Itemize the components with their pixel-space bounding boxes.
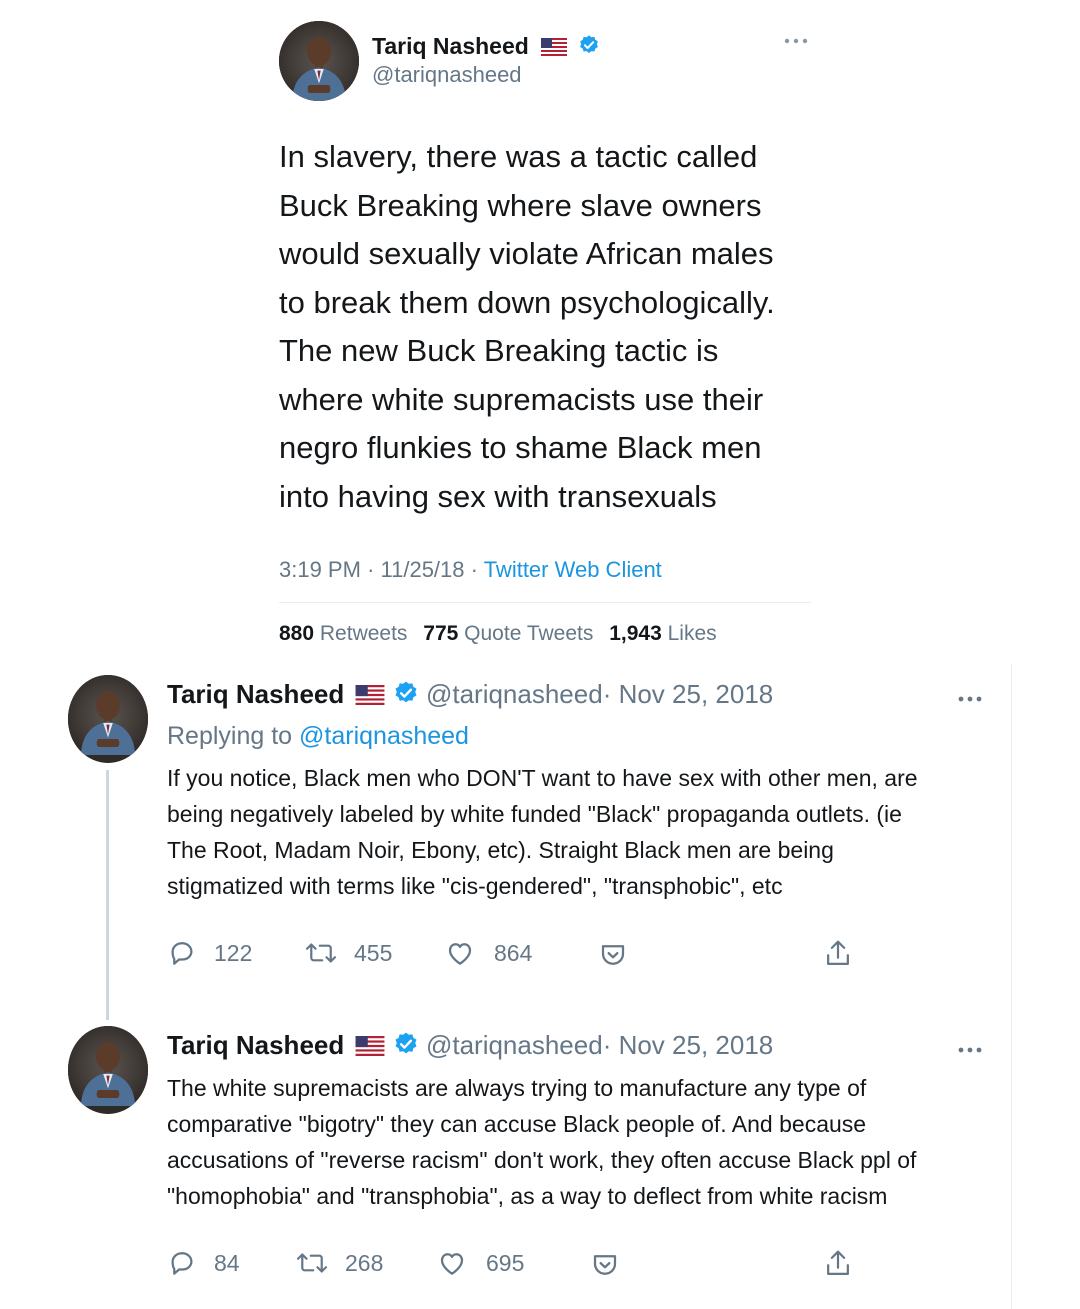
us-flag-icon [355,680,385,712]
replying-label: Replying to [167,722,293,750]
reply-icon [171,942,193,965]
reply-text-line: The white supremacists are always trying… [167,1075,867,1101]
tweet-date[interactable]: 11/25/18 [381,557,465,582]
us-flag-icon [541,34,568,62]
more-icon[interactable] [957,690,983,708]
reply-text-line: The Root, Madam Noir, Ebony, etc). Strai… [167,837,834,863]
tweet-text-line: where white supremacists use their [279,381,764,417]
verified-badge-icon [578,34,600,62]
reply-text-line: comparative "bigotry" they can accuse Bl… [167,1111,867,1137]
reply-author-name[interactable]: Tariq Nasheed [167,679,344,709]
author-avatar[interactable] [279,21,359,101]
more-icon[interactable] [783,32,809,50]
timestamp-row: 3:19 PM · 11/25/18 · Twitter Web Client [279,556,662,584]
reply-count: 122 [214,939,253,966]
thread-line [106,770,109,1020]
more-icon[interactable] [957,1041,983,1059]
tweet-text-line: would sexually violate African males [279,236,774,271]
pocket-save-icon[interactable] [598,940,628,970]
reply-text: If you notice, Black men who DON'T want … [167,760,918,904]
retweets-count: 880 [279,622,315,645]
retweets-label: Retweets [319,622,408,645]
likes-stat[interactable]: 1,943 Likes [609,622,716,645]
reply-action[interactable]: 84 [167,1248,240,1278]
reply-date[interactable]: · Nov 25, 2018 [603,679,774,709]
stats-row: 880 Retweets 775 Quote Tweets 1,943 Like… [279,621,717,647]
retweet-count: 455 [354,939,393,966]
tweet-text-line: into having sex with transexuals [279,478,717,514]
tweet-text-line: The new Buck Breaking tactic is [279,333,719,368]
separator: · [367,557,375,582]
retweet-icon [305,943,337,963]
likes-count: 1,943 [609,622,662,645]
like-count: 695 [486,1249,525,1276]
retweet-icon [296,1253,328,1273]
retweet-action[interactable]: 455 [304,938,392,968]
quotes-stat[interactable]: 775 Quote Tweets [423,622,593,645]
replying-handle[interactable]: @tariqnasheed [299,722,469,750]
quotes-count: 775 [423,622,459,645]
reply-header: Tariq Nasheed @tariqnasheed· Nov 25, 201… [167,1029,773,1064]
verified-badge-icon [393,1031,419,1064]
like-action[interactable]: 695 [437,1248,524,1278]
author-handle[interactable]: @tariqnasheed [372,62,522,88]
reply-date[interactable]: · Nov 25, 2018 [603,1030,774,1060]
reply-avatar[interactable] [68,1026,148,1114]
tweet-text-line: Buck Breaking where slave owners [279,187,762,223]
reply-handle[interactable]: @tariqnasheed [426,1030,603,1060]
tweet-text-line: to break them down psychologically. [279,284,775,320]
reply-text-line: accusations of "reverse racism" don't wo… [167,1147,917,1173]
reply-author-name[interactable]: Tariq Nasheed [167,1030,344,1060]
reply-avatar[interactable] [68,675,148,763]
reply-header: Tariq Nasheed @tariqnasheed· Nov 25, 201… [167,678,773,713]
retweets-stat[interactable]: 880 Retweets [279,622,407,645]
replying-to: Replying to @tariqnasheed [167,720,469,752]
tweet-text: In slavery, there was a tactic called Bu… [279,133,775,521]
divider [279,602,811,603]
quotes-label: Quote Tweets [464,622,594,645]
like-action[interactable]: 864 [445,938,532,968]
reply-action[interactable]: 122 [167,938,252,968]
tweet-time[interactable]: 3:19 PM [279,557,361,582]
like-icon [448,943,472,965]
retweet-action[interactable]: 268 [295,1248,383,1278]
author-name-row: Tariq Nasheed [372,32,600,62]
author-name[interactable]: Tariq Nasheed [372,33,529,59]
reply-handle[interactable]: @tariqnasheed [426,679,603,709]
share-icon[interactable] [823,938,853,970]
reply-text-line: being negatively labeled by white funded… [167,801,902,827]
reply-icon [171,1252,193,1275]
reply-text-line: If you notice, Black men who DON'T want … [167,765,918,791]
reply-text-line: "homophobia" and "transphobia", as a way… [167,1183,888,1209]
pocket-save-icon[interactable] [590,1250,620,1280]
like-icon [440,1253,464,1275]
tweet-text-line: In slavery, there was a tactic called [279,139,758,174]
verified-badge-icon [393,680,419,713]
panel-border [1011,664,1012,1309]
share-icon[interactable] [823,1248,853,1280]
reply-text: The white supremacists are always trying… [167,1070,916,1214]
us-flag-icon [355,1031,385,1063]
like-count: 864 [494,939,533,966]
reply-text-line: stigmatized with terms like "cis-gendere… [167,873,783,899]
retweet-count: 268 [345,1249,384,1276]
separator: · [470,557,478,582]
reply-count: 84 [214,1249,240,1276]
likes-label: Likes [667,622,717,645]
tweet-source[interactable]: Twitter Web Client [484,557,662,582]
tweet-text-line: negro flunkies to shame Black men [279,430,762,465]
